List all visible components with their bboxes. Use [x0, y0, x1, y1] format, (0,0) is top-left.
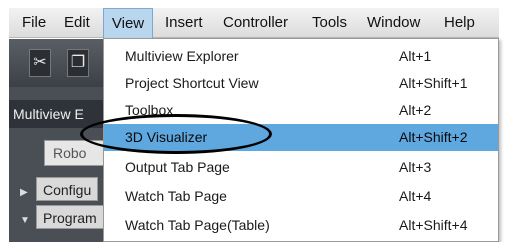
menu-item-output-tab-page[interactable]: Output Tab Page Alt+3: [104, 154, 498, 181]
copy-icon[interactable]: ❐: [67, 49, 89, 77]
cut-icon[interactable]: ✂: [29, 49, 51, 77]
menu-view[interactable]: View: [103, 8, 153, 39]
menu-item-watch-tab-page-table[interactable]: Watch Tab Page(Table) Alt+Shift+4: [104, 212, 498, 239]
menu-tools[interactable]: Tools: [312, 8, 347, 38]
menu-item-watch-tab-page[interactable]: Watch Tab Page Alt+4: [104, 183, 498, 210]
expand-arrow-icon[interactable]: ▶: [20, 181, 36, 201]
menu-item-toolbox[interactable]: Toolbox Alt+2: [104, 97, 498, 124]
menu-item-multiview-explorer[interactable]: Multiview Explorer Alt+1: [104, 43, 498, 70]
menu-window[interactable]: Window: [367, 8, 420, 38]
menu-edit[interactable]: Edit: [64, 8, 90, 38]
view-menu-dropdown: Multiview Explorer Alt+1 Project Shortcu…: [103, 38, 499, 242]
menu-help[interactable]: Help: [444, 8, 475, 38]
menu-bar: File Edit View Insert Controller Tools W…: [9, 8, 499, 39]
collapse-arrow-icon[interactable]: ▼: [20, 209, 36, 229]
menu-item-3d-visualizer[interactable]: 3D Visualizer Alt+Shift+2: [104, 124, 498, 151]
menu-item-project-shortcut-view[interactable]: Project Shortcut View Alt+Shift+1: [104, 70, 498, 97]
menu-insert[interactable]: Insert: [165, 8, 203, 38]
menu-file[interactable]: File: [22, 8, 46, 38]
menu-controller[interactable]: Controller: [223, 8, 288, 38]
